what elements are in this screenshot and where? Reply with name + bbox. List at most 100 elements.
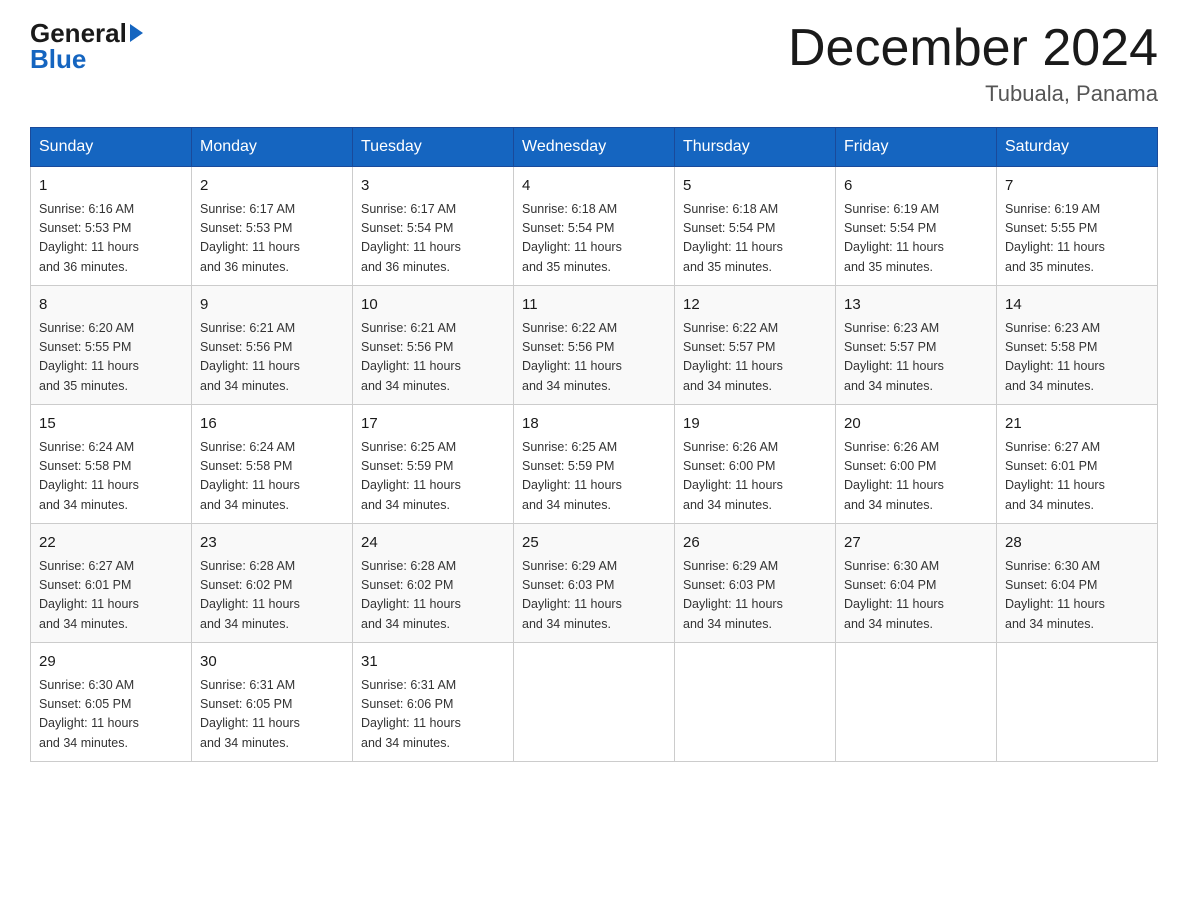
- day-number: 12: [683, 294, 827, 317]
- calendar-cell: 30 Sunrise: 6:31 AMSunset: 6:05 PMDaylig…: [192, 643, 353, 762]
- logo: General Blue: [30, 20, 143, 72]
- day-info: Sunrise: 6:30 AMSunset: 6:05 PMDaylight:…: [39, 676, 183, 754]
- day-number: 16: [200, 413, 344, 436]
- day-number: 19: [683, 413, 827, 436]
- calendar-week-row: 22 Sunrise: 6:27 AMSunset: 6:01 PMDaylig…: [31, 524, 1158, 643]
- day-number: 3: [361, 175, 505, 198]
- day-info: Sunrise: 6:18 AMSunset: 5:54 PMDaylight:…: [522, 200, 666, 278]
- calendar-cell: 4 Sunrise: 6:18 AMSunset: 5:54 PMDayligh…: [514, 167, 675, 286]
- day-info: Sunrise: 6:29 AMSunset: 6:03 PMDaylight:…: [522, 557, 666, 635]
- calendar-cell: 26 Sunrise: 6:29 AMSunset: 6:03 PMDaylig…: [675, 524, 836, 643]
- calendar-cell: 10 Sunrise: 6:21 AMSunset: 5:56 PMDaylig…: [353, 286, 514, 405]
- day-number: 1: [39, 175, 183, 198]
- day-info: Sunrise: 6:25 AMSunset: 5:59 PMDaylight:…: [522, 438, 666, 516]
- day-info: Sunrise: 6:30 AMSunset: 6:04 PMDaylight:…: [844, 557, 988, 635]
- day-number: 21: [1005, 413, 1149, 436]
- calendar-cell: 13 Sunrise: 6:23 AMSunset: 5:57 PMDaylig…: [836, 286, 997, 405]
- day-number: 22: [39, 532, 183, 555]
- calendar-cell: [675, 643, 836, 762]
- calendar-header-wednesday: Wednesday: [514, 128, 675, 167]
- calendar-cell: 21 Sunrise: 6:27 AMSunset: 6:01 PMDaylig…: [997, 405, 1158, 524]
- day-info: Sunrise: 6:27 AMSunset: 6:01 PMDaylight:…: [1005, 438, 1149, 516]
- day-info: Sunrise: 6:31 AMSunset: 6:06 PMDaylight:…: [361, 676, 505, 754]
- calendar-cell: 1 Sunrise: 6:16 AMSunset: 5:53 PMDayligh…: [31, 167, 192, 286]
- day-number: 14: [1005, 294, 1149, 317]
- day-info: Sunrise: 6:17 AMSunset: 5:53 PMDaylight:…: [200, 200, 344, 278]
- calendar-week-row: 8 Sunrise: 6:20 AMSunset: 5:55 PMDayligh…: [31, 286, 1158, 405]
- logo-general-text: General: [30, 20, 127, 46]
- location-subtitle: Tubuala, Panama: [788, 81, 1158, 107]
- calendar-cell: 23 Sunrise: 6:28 AMSunset: 6:02 PMDaylig…: [192, 524, 353, 643]
- calendar-cell: 2 Sunrise: 6:17 AMSunset: 5:53 PMDayligh…: [192, 167, 353, 286]
- day-info: Sunrise: 6:27 AMSunset: 6:01 PMDaylight:…: [39, 557, 183, 635]
- day-info: Sunrise: 6:18 AMSunset: 5:54 PMDaylight:…: [683, 200, 827, 278]
- day-info: Sunrise: 6:24 AMSunset: 5:58 PMDaylight:…: [200, 438, 344, 516]
- calendar-cell: 18 Sunrise: 6:25 AMSunset: 5:59 PMDaylig…: [514, 405, 675, 524]
- day-info: Sunrise: 6:28 AMSunset: 6:02 PMDaylight:…: [200, 557, 344, 635]
- calendar-cell: 9 Sunrise: 6:21 AMSunset: 5:56 PMDayligh…: [192, 286, 353, 405]
- calendar-cell: 12 Sunrise: 6:22 AMSunset: 5:57 PMDaylig…: [675, 286, 836, 405]
- day-info: Sunrise: 6:28 AMSunset: 6:02 PMDaylight:…: [361, 557, 505, 635]
- day-number: 28: [1005, 532, 1149, 555]
- calendar-cell: 11 Sunrise: 6:22 AMSunset: 5:56 PMDaylig…: [514, 286, 675, 405]
- calendar-cell: 16 Sunrise: 6:24 AMSunset: 5:58 PMDaylig…: [192, 405, 353, 524]
- day-number: 2: [200, 175, 344, 198]
- day-number: 10: [361, 294, 505, 317]
- calendar-cell: [997, 643, 1158, 762]
- calendar-header-thursday: Thursday: [675, 128, 836, 167]
- day-info: Sunrise: 6:22 AMSunset: 5:56 PMDaylight:…: [522, 319, 666, 397]
- day-number: 24: [361, 532, 505, 555]
- day-info: Sunrise: 6:26 AMSunset: 6:00 PMDaylight:…: [844, 438, 988, 516]
- calendar-header-monday: Monday: [192, 128, 353, 167]
- calendar-table: SundayMondayTuesdayWednesdayThursdayFrid…: [30, 127, 1158, 762]
- day-number: 25: [522, 532, 666, 555]
- day-number: 23: [200, 532, 344, 555]
- day-info: Sunrise: 6:19 AMSunset: 5:55 PMDaylight:…: [1005, 200, 1149, 278]
- calendar-cell: 3 Sunrise: 6:17 AMSunset: 5:54 PMDayligh…: [353, 167, 514, 286]
- day-number: 26: [683, 532, 827, 555]
- day-info: Sunrise: 6:23 AMSunset: 5:57 PMDaylight:…: [844, 319, 988, 397]
- day-number: 29: [39, 651, 183, 674]
- calendar-week-row: 29 Sunrise: 6:30 AMSunset: 6:05 PMDaylig…: [31, 643, 1158, 762]
- day-number: 4: [522, 175, 666, 198]
- day-info: Sunrise: 6:23 AMSunset: 5:58 PMDaylight:…: [1005, 319, 1149, 397]
- day-number: 7: [1005, 175, 1149, 198]
- day-info: Sunrise: 6:29 AMSunset: 6:03 PMDaylight:…: [683, 557, 827, 635]
- day-number: 20: [844, 413, 988, 436]
- logo-blue-text: Blue: [30, 46, 143, 72]
- day-info: Sunrise: 6:31 AMSunset: 6:05 PMDaylight:…: [200, 676, 344, 754]
- day-info: Sunrise: 6:26 AMSunset: 6:00 PMDaylight:…: [683, 438, 827, 516]
- calendar-cell: 7 Sunrise: 6:19 AMSunset: 5:55 PMDayligh…: [997, 167, 1158, 286]
- day-number: 31: [361, 651, 505, 674]
- page-header: General Blue December 2024 Tubuala, Pana…: [30, 20, 1158, 107]
- day-number: 13: [844, 294, 988, 317]
- day-number: 17: [361, 413, 505, 436]
- calendar-header-row: SundayMondayTuesdayWednesdayThursdayFrid…: [31, 128, 1158, 167]
- calendar-header-saturday: Saturday: [997, 128, 1158, 167]
- day-number: 30: [200, 651, 344, 674]
- calendar-header-sunday: Sunday: [31, 128, 192, 167]
- day-info: Sunrise: 6:22 AMSunset: 5:57 PMDaylight:…: [683, 319, 827, 397]
- day-info: Sunrise: 6:17 AMSunset: 5:54 PMDaylight:…: [361, 200, 505, 278]
- day-info: Sunrise: 6:25 AMSunset: 5:59 PMDaylight:…: [361, 438, 505, 516]
- calendar-week-row: 1 Sunrise: 6:16 AMSunset: 5:53 PMDayligh…: [31, 167, 1158, 286]
- day-number: 11: [522, 294, 666, 317]
- day-info: Sunrise: 6:21 AMSunset: 5:56 PMDaylight:…: [200, 319, 344, 397]
- day-info: Sunrise: 6:30 AMSunset: 6:04 PMDaylight:…: [1005, 557, 1149, 635]
- calendar-cell: 29 Sunrise: 6:30 AMSunset: 6:05 PMDaylig…: [31, 643, 192, 762]
- day-info: Sunrise: 6:19 AMSunset: 5:54 PMDaylight:…: [844, 200, 988, 278]
- calendar-cell: 8 Sunrise: 6:20 AMSunset: 5:55 PMDayligh…: [31, 286, 192, 405]
- day-info: Sunrise: 6:24 AMSunset: 5:58 PMDaylight:…: [39, 438, 183, 516]
- calendar-cell: 31 Sunrise: 6:31 AMSunset: 6:06 PMDaylig…: [353, 643, 514, 762]
- calendar-cell: 14 Sunrise: 6:23 AMSunset: 5:58 PMDaylig…: [997, 286, 1158, 405]
- day-number: 6: [844, 175, 988, 198]
- day-info: Sunrise: 6:16 AMSunset: 5:53 PMDaylight:…: [39, 200, 183, 278]
- logo-triangle-icon: [130, 24, 143, 42]
- month-title: December 2024: [788, 20, 1158, 77]
- calendar-cell: 17 Sunrise: 6:25 AMSunset: 5:59 PMDaylig…: [353, 405, 514, 524]
- calendar-cell: 25 Sunrise: 6:29 AMSunset: 6:03 PMDaylig…: [514, 524, 675, 643]
- calendar-cell: [836, 643, 997, 762]
- calendar-cell: [514, 643, 675, 762]
- calendar-cell: 28 Sunrise: 6:30 AMSunset: 6:04 PMDaylig…: [997, 524, 1158, 643]
- calendar-cell: 15 Sunrise: 6:24 AMSunset: 5:58 PMDaylig…: [31, 405, 192, 524]
